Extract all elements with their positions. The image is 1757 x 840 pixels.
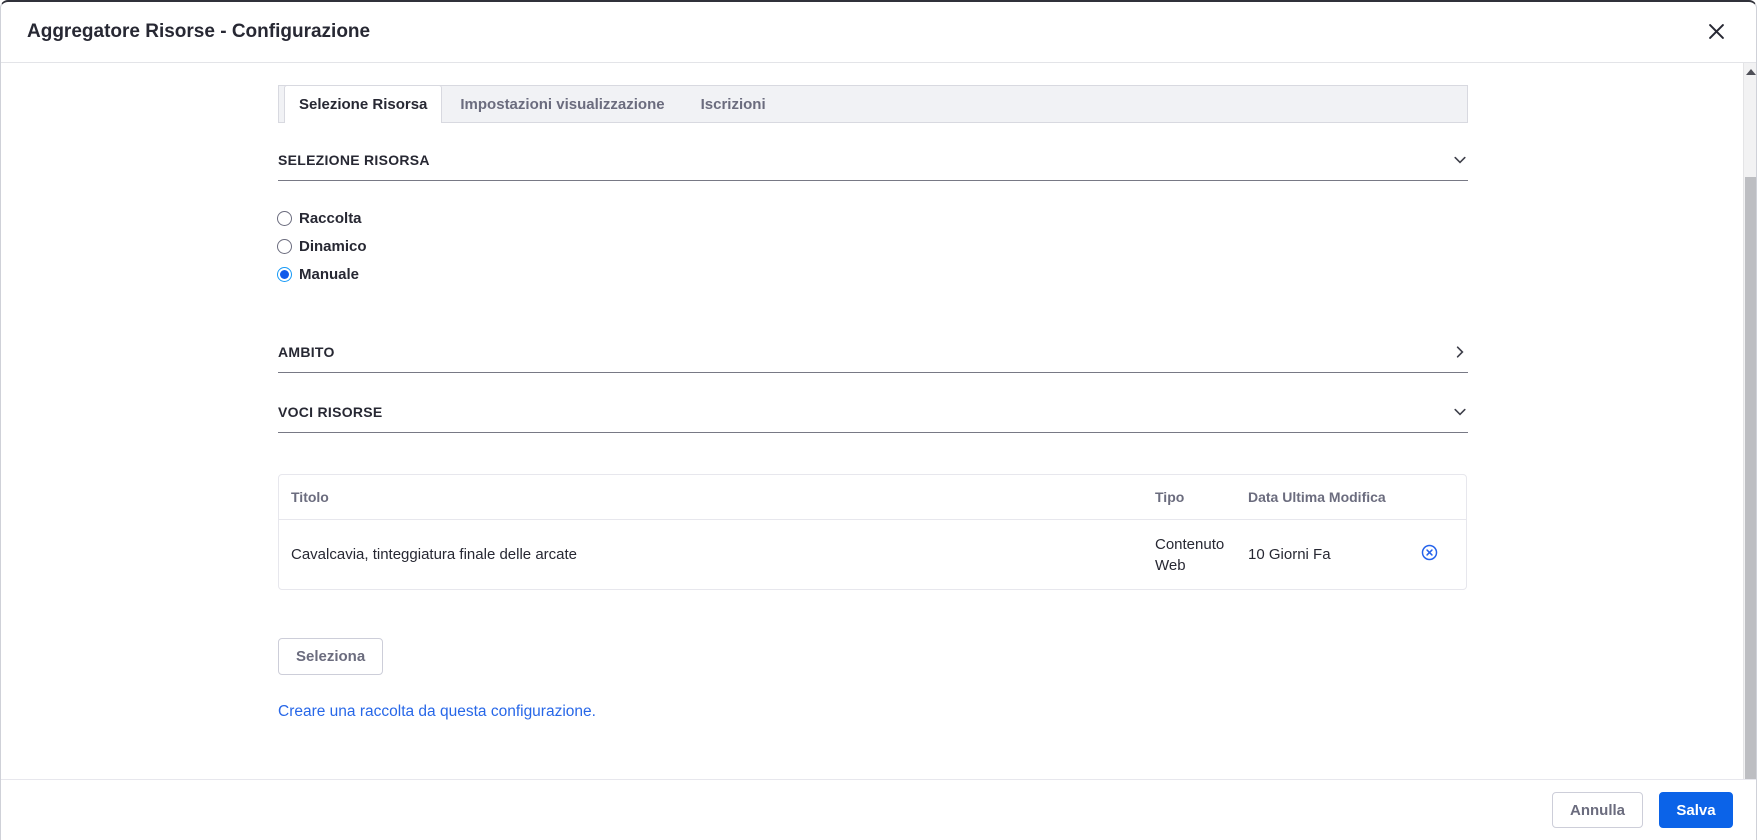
tab-label: Impostazioni visualizzazione (460, 95, 665, 113)
tab-label: Iscrizioni (700, 95, 766, 113)
section-header-voci-risorse[interactable]: VOCI RISORSE (278, 391, 1468, 433)
radio-option-dinamico[interactable]: Dinamico (277, 232, 367, 260)
configuration-modal: Aggregatore Risorse - Configurazione Sel… (0, 0, 1757, 840)
tab-impostazioni-visualizzazione[interactable]: Impostazioni visualizzazione (442, 86, 682, 122)
seleziona-button[interactable]: Seleziona (278, 638, 384, 675)
radio-label: Dinamico (299, 237, 367, 255)
tab-selezione-risorsa[interactable]: Selezione Risorsa (284, 85, 443, 123)
close-button[interactable] (1699, 14, 1733, 48)
annulla-button[interactable]: Annulla (1552, 792, 1643, 828)
resource-items-table: Titolo Tipo Data Ultima Modifica Cavalca… (278, 474, 1467, 590)
column-header-tipo: Tipo (1149, 475, 1242, 520)
resource-selection-radio-group: Raccolta Dinamico Manuale (277, 204, 367, 288)
chevron-down-icon (1452, 404, 1468, 420)
modal-title: Aggregatore Risorse - Configurazione (27, 20, 371, 42)
table-header-row: Titolo Tipo Data Ultima Modifica (279, 475, 1466, 520)
modal-footer: Annulla Salva (0, 779, 1757, 840)
cell-titolo: Cavalcavia, tinteggiatura finale delle a… (291, 546, 578, 563)
column-header-data-ultima-modifica: Data Ultima Modifica (1242, 475, 1392, 520)
radio-circle[interactable] (277, 210, 292, 226)
radio-label: Manuale (299, 265, 360, 283)
column-header-titolo: Titolo (279, 475, 1149, 520)
cell-data-ultima-modifica: 10 Giorni Fa (1248, 546, 1331, 563)
close-icon (1707, 22, 1726, 41)
radio-circle-checked[interactable] (277, 266, 292, 282)
radio-option-manuale[interactable]: Manuale (277, 260, 367, 288)
modal-header: Aggregatore Risorse - Configurazione (0, 0, 1757, 63)
column-header-actions (1392, 475, 1466, 520)
vertical-scrollbar[interactable] (1743, 63, 1757, 779)
section-header-ambito[interactable]: AMBITO (278, 331, 1468, 373)
radio-label: Raccolta (299, 209, 362, 227)
tab-label: Selezione Risorsa (299, 96, 428, 113)
chevron-right-icon (1452, 344, 1468, 360)
times-circle-icon (1421, 544, 1438, 564)
radio-option-raccolta[interactable]: Raccolta (277, 204, 367, 232)
table-row: Cavalcavia, tinteggiatura finale delle a… (279, 520, 1466, 589)
scrollbar-thumb[interactable] (1745, 177, 1756, 779)
salva-button[interactable]: Salva (1659, 792, 1733, 828)
chevron-down-icon (1452, 152, 1468, 168)
tab-bar: Selezione Risorsa Impostazioni visualizz… (278, 85, 1468, 123)
remove-item-button[interactable] (1419, 542, 1440, 563)
tab-iscrizioni[interactable]: Iscrizioni (683, 86, 784, 122)
create-collection-link[interactable]: Creare una raccolta da questa configuraz… (278, 703, 596, 721)
section-title: VOCI RISORSE (278, 403, 383, 420)
cell-tipo: Contenuto Web (1155, 535, 1225, 574)
section-title: AMBITO (278, 343, 335, 360)
section-title: SELEZIONE RISORSA (278, 151, 430, 168)
scroll-up-arrow-icon[interactable] (1745, 69, 1756, 75)
section-header-selezione-risorsa[interactable]: SELEZIONE RISORSA (278, 139, 1468, 181)
radio-circle[interactable] (277, 238, 292, 254)
